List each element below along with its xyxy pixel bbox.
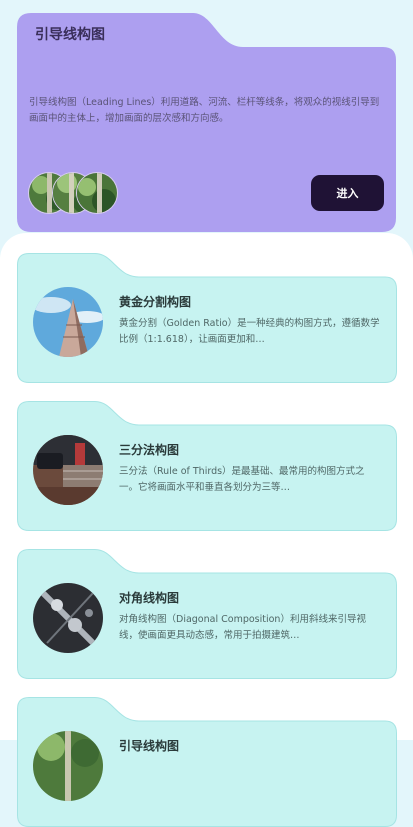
composition-card-leading-lines[interactable]: 引导线构图 bbox=[17, 697, 397, 827]
diagonal-thumbnail bbox=[33, 583, 103, 653]
rule-of-thirds-thumbnail bbox=[33, 435, 103, 505]
card-title: 黄金分割构图 bbox=[119, 295, 192, 309]
hero-description: 引导线构图（Leading Lines）利用道路、河流、栏杆等线条，将观众的视线… bbox=[29, 97, 380, 124]
card-title: 对角线构图 bbox=[119, 591, 180, 605]
thumbnail-avatar bbox=[76, 172, 118, 214]
composition-card-diagonal[interactable]: 对角线构图 对角线构图（Diagonal Composition）利用斜线来引导… bbox=[17, 549, 397, 679]
composition-card-golden-ratio[interactable]: 黄金分割构图 黄金分割（Golden Ratio）是一种经典的构图方式，遵循数学… bbox=[17, 253, 397, 383]
card-title: 三分法构图 bbox=[119, 443, 180, 457]
card-description: 黄金分割（Golden Ratio）是一种经典的构图方式，遵循数学比例（1:1.… bbox=[119, 318, 380, 345]
hero-card: 引导线构图 引导线构图（Leading Lines）利用道路、河流、栏杆等线条，… bbox=[17, 13, 396, 232]
card-list-sheet: 黄金分割构图 黄金分割（Golden Ratio）是一种经典的构图方式，遵循数学… bbox=[0, 233, 413, 827]
hero-title: 引导线构图 bbox=[35, 27, 105, 43]
composition-card-rule-of-thirds[interactable]: 三分法构图 三分法（Rule of Thirds）是最基础、最常用的构图方式之一… bbox=[17, 401, 397, 531]
card-description: 三分法（Rule of Thirds）是最基础、最常用的构图方式之一。它将画面水… bbox=[119, 466, 365, 493]
golden-ratio-thumbnail bbox=[33, 287, 103, 357]
leading-lines-thumbnail bbox=[33, 731, 103, 801]
enter-button[interactable]: 进入 bbox=[311, 175, 384, 211]
card-description: 对角线构图（Diagonal Composition）利用斜线来引导视线，使画面… bbox=[119, 614, 366, 641]
